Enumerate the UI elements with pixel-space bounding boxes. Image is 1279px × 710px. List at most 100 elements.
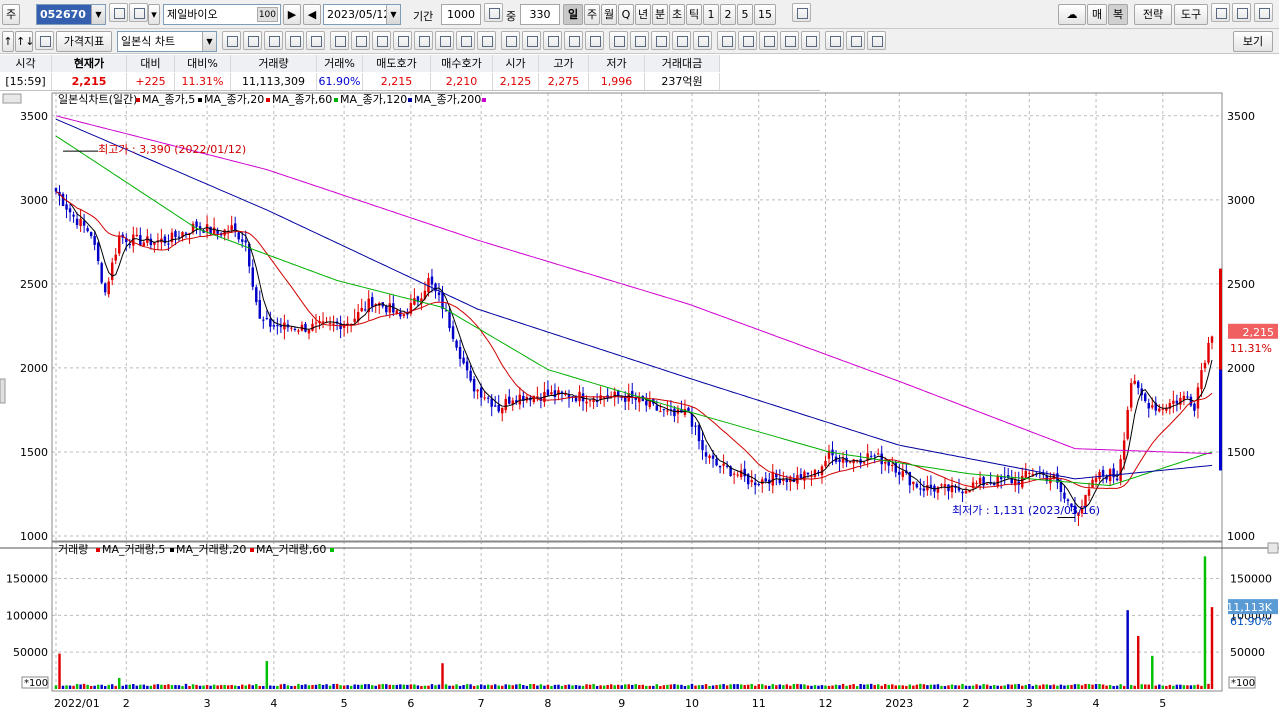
strategy-button[interactable]: 전략	[1134, 4, 1172, 25]
up-down-arrow-icon[interactable]: ↑↓	[15, 31, 34, 52]
period-button-9[interactable]: 2	[720, 4, 736, 25]
arc-tool-icon[interactable]	[264, 31, 283, 50]
spin-icon[interactable]	[484, 3, 503, 22]
period-button-2[interactable]: 월	[601, 4, 617, 25]
channel-tool-icon[interactable]	[456, 31, 475, 50]
scissors-icon[interactable]	[501, 31, 520, 50]
candle-body	[1151, 405, 1154, 408]
zoom-icon[interactable]	[759, 31, 778, 50]
chevron-down-icon[interactable]: ▾	[148, 4, 160, 25]
bars-tool-icon[interactable]	[351, 31, 370, 50]
volume-bar	[567, 684, 571, 689]
calendar-dropdown-icon[interactable]: ▼	[386, 5, 400, 24]
square-icon[interactable]	[738, 31, 757, 50]
fork-tool-icon[interactable]	[414, 31, 433, 50]
period-button-11[interactable]: 15	[754, 4, 776, 25]
palette-icon[interactable]	[564, 31, 583, 50]
volume-bar	[276, 685, 279, 689]
volume-bar	[680, 684, 683, 689]
candle-body	[560, 391, 564, 393]
volume-bar	[420, 686, 423, 689]
arrow-down-icon[interactable]	[630, 31, 649, 50]
list-tool-icon[interactable]	[393, 31, 412, 50]
doc-icon[interactable]	[693, 31, 712, 50]
line-tool-icon[interactable]	[222, 31, 241, 50]
period-button-10[interactable]: 5	[737, 4, 753, 25]
date-input[interactable]: 2023/05/12 ▼	[323, 4, 401, 25]
period-input[interactable]: 1000	[441, 4, 481, 25]
prev-stock-button[interactable]: ◀	[303, 4, 321, 25]
volume-bar	[753, 685, 757, 689]
buy-sell-button[interactable]: 매	[1087, 4, 1107, 25]
brush-tool-icon[interactable]	[477, 31, 496, 50]
volume-bar	[1115, 685, 1119, 689]
wrench-icon[interactable]	[1254, 3, 1273, 22]
volume-bar	[694, 685, 697, 689]
candle-body	[585, 401, 588, 404]
up-arrow-icon[interactable]: ↑	[2, 31, 14, 52]
save-icon[interactable]	[1232, 3, 1251, 22]
stock-name-field[interactable]: 제일바이오 100	[163, 4, 281, 25]
arrow-left-icon[interactable]	[651, 31, 670, 50]
paint-tool-icon[interactable]	[543, 31, 562, 50]
candle-body	[574, 397, 578, 402]
volume-bar	[539, 684, 543, 689]
count-input[interactable]: 330	[520, 4, 560, 25]
volume-bar	[557, 684, 560, 689]
period-button-0[interactable]: 일	[563, 4, 583, 25]
price-legend-item: MA_종가,120	[340, 93, 407, 106]
period-button-6[interactable]: 초	[669, 4, 685, 25]
period-button-3[interactable]: Q	[618, 4, 634, 25]
tools-button[interactable]: 도구	[1174, 4, 1208, 25]
cloud-icon[interactable]: ☁	[1058, 4, 1086, 25]
indicator-button[interactable]: 가격지표	[56, 31, 112, 52]
volume-bar	[711, 685, 715, 689]
chevron-down-icon[interactable]: ▼	[202, 32, 216, 51]
period-button-1[interactable]: 주	[584, 4, 600, 25]
candle-body	[212, 227, 216, 235]
quote-value-7: 2,210	[431, 73, 493, 90]
compound-button[interactable]: 복	[1108, 4, 1128, 25]
view-button[interactable]: 보기	[1233, 31, 1273, 52]
won-icon[interactable]	[792, 3, 811, 22]
volume-bar	[1133, 685, 1136, 689]
sort-icon[interactable]	[129, 3, 148, 22]
pen-tool-icon[interactable]	[285, 31, 304, 50]
wave2-icon[interactable]	[846, 31, 865, 50]
close-box-icon[interactable]	[867, 31, 886, 50]
vline-tool-icon[interactable]	[330, 31, 349, 50]
chart-type-select[interactable]: 일본식 차트 ▼	[117, 31, 217, 52]
period-button-5[interactable]: 분	[652, 4, 668, 25]
candle-body	[93, 236, 96, 245]
edit-icon[interactable]	[35, 31, 54, 50]
candle-body	[880, 453, 883, 465]
period-button-4[interactable]: 년	[635, 4, 651, 25]
image-icon[interactable]	[585, 31, 604, 50]
target-icon[interactable]	[801, 31, 820, 50]
volume-bar	[947, 685, 950, 689]
period-button-8[interactable]: 1	[703, 4, 719, 25]
period-button-7[interactable]: 틱	[686, 4, 702, 25]
volume-bar	[824, 685, 827, 689]
hline-tool-icon[interactable]	[306, 31, 325, 50]
trend-tool-icon[interactable]	[435, 31, 454, 50]
volume-bar	[652, 685, 655, 689]
market-label[interactable]: 주	[2, 4, 20, 25]
search-icon[interactable]	[109, 3, 128, 22]
camera-icon[interactable]	[780, 31, 799, 50]
angle-tool-icon[interactable]	[243, 31, 262, 50]
folder-icon[interactable]	[1211, 3, 1230, 22]
grid-tool-icon[interactable]	[372, 31, 391, 50]
circle-icon[interactable]	[717, 31, 736, 50]
stock-code-input[interactable]: 052670 ▼	[36, 4, 106, 25]
stock-chart[interactable]: 2022/01 2 3 4 5 6 7 8 9 10 11 12 2023 2 3 4 5 1000 1000 150…	[0, 91, 1279, 710]
volume-bar	[146, 685, 149, 689]
select-tool-icon[interactable]	[522, 31, 541, 50]
arrow-up-icon[interactable]	[609, 31, 628, 50]
chevron-down-icon[interactable]: ▼	[91, 5, 105, 24]
next-stock-button[interactable]: ▶	[283, 4, 301, 25]
wave-icon[interactable]	[825, 31, 844, 50]
arrow-right-icon[interactable]	[672, 31, 691, 50]
low-annotation: 최저가 : 1,131 (2023/03/16)	[952, 504, 1100, 517]
candle-body	[1203, 362, 1207, 369]
